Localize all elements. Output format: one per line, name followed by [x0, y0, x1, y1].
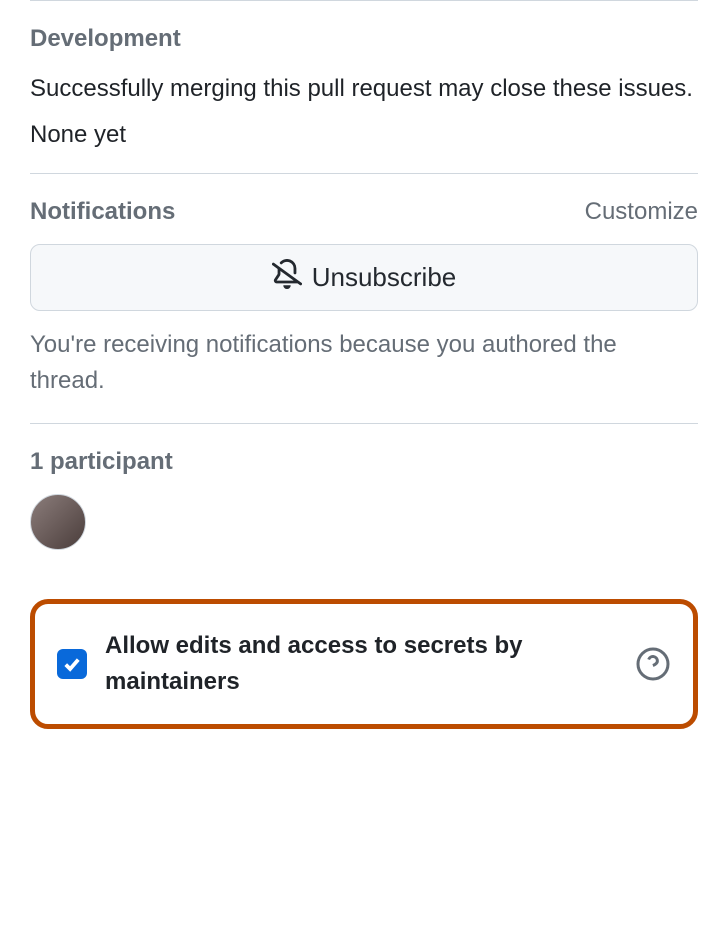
- checkbox-wrapper: [57, 649, 87, 679]
- development-section: Development Successfully merging this pu…: [30, 0, 698, 173]
- check-icon: [62, 654, 82, 674]
- unsubscribe-label: Unsubscribe: [312, 262, 457, 293]
- question-circle-icon: [635, 646, 671, 682]
- notifications-section: Notifications Customize Unsubscribe You'…: [30, 173, 698, 423]
- development-description: Successfully merging this pull request m…: [30, 71, 698, 107]
- participants-section: 1 participant: [30, 423, 698, 579]
- allow-edits-checkbox[interactable]: [57, 649, 87, 679]
- help-icon[interactable]: [635, 646, 671, 682]
- development-heading: Development: [30, 25, 698, 53]
- unsubscribe-button[interactable]: Unsubscribe: [30, 244, 698, 311]
- notification-reason: You're receiving notifications because y…: [30, 327, 698, 399]
- participants-heading: 1 participant: [30, 448, 698, 476]
- allow-edits-label: Allow edits and access to secrets by mai…: [105, 628, 617, 700]
- notifications-heading: Notifications: [30, 198, 175, 226]
- bell-slash-icon: [272, 259, 302, 296]
- avatar[interactable]: [30, 494, 86, 550]
- development-empty: None yet: [30, 121, 698, 149]
- allow-edits-section: Allow edits and access to secrets by mai…: [30, 599, 698, 729]
- customize-link[interactable]: Customize: [585, 198, 698, 226]
- notifications-header: Notifications Customize: [30, 198, 698, 226]
